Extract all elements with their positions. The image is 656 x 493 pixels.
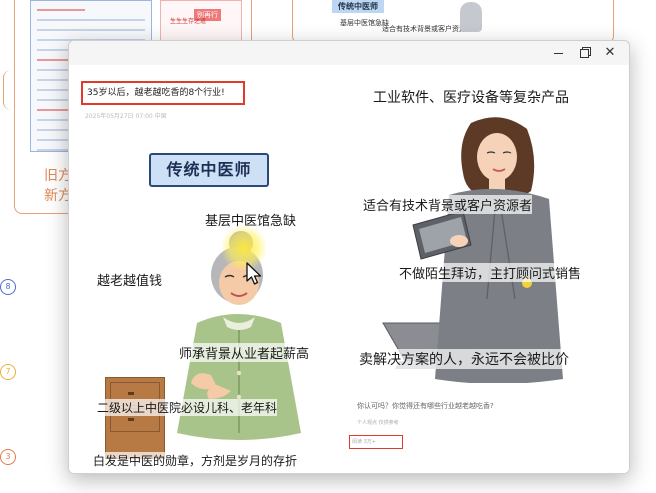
caption-solution: 卖解决方案的人，永远不会被比价 [359, 349, 569, 369]
caption-industry: 工业软件、医疗设备等复杂产品 [373, 90, 569, 106]
read-count-highlight: 阅读 3万+ [349, 435, 403, 449]
caption-no-cold-calls: 不做陌生拜访，主打顾问式销售 [399, 263, 582, 282]
wooden-cabinet-illustration [105, 377, 165, 459]
bg-step-number-3: 3 [0, 449, 16, 465]
left-image-panel: 35岁以后，越老越吃香的8个行业! 2025年05月27日 07:00 中国 传… [69, 65, 349, 473]
mouse-pointer-icon [246, 262, 262, 285]
title-bar[interactable]: ✕ [69, 41, 629, 65]
close-button[interactable]: ✕ [599, 43, 621, 63]
minimize-icon [553, 53, 563, 54]
right-image-panel: 工业软件、医疗设备等复杂产品 适合有技术背景或客户资源者 不做陌生拜访，主打顾问… [349, 65, 629, 473]
businesswoman-illustration [412, 117, 563, 383]
bg-figure-icon [460, 2, 482, 32]
article-header-highlight: 35岁以后，越老越吃香的8个行业! [81, 81, 245, 105]
bg-right-banner: 传统中医师 [332, 0, 384, 13]
bg-thumbnail-red-text: 生生生存之道 [170, 18, 207, 25]
cabinet-knob [128, 418, 134, 421]
maximize-icon [579, 49, 589, 58]
minimize-button[interactable] [547, 43, 569, 63]
image-content: 35岁以后，越老越吃香的8个行业! 2025年05月27日 07:00 中国 传… [69, 65, 629, 473]
close-icon: ✕ [604, 45, 616, 60]
caption-value: 越老越值钱 [97, 274, 163, 289]
article-sub-stats: 个人观点 仅供参考 [357, 420, 399, 426]
article-question: 你认可吗？你觉得还有哪些行业越老越吃香? [357, 402, 494, 410]
caption-mentor: 师承背景从业者起薪高 [179, 343, 310, 362]
caption-tech-background: 适合有技术背景或客户资源者 [363, 195, 533, 214]
maximize-button[interactable] [573, 43, 595, 63]
article-date: 2025年05月27日 07:00 中国 [85, 113, 167, 120]
tcm-title-badge: 传统中医师 [149, 153, 269, 187]
bg-step-number-8: 8 [0, 279, 16, 295]
image-viewer-window: ✕ 35岁以后，越老越吃香的8个行业! 2025年05月27日 07:00 中国… [68, 40, 630, 474]
bg-brace [3, 70, 14, 110]
caption-shortage: 基层中医馆急缺 [205, 214, 297, 229]
caption-white-hair: 白发是中医的勋章，方剂是岁月的存折 [93, 452, 298, 469]
bg-step-number-7: 7 [0, 364, 16, 380]
caption-hospital: 二级以上中医院必设儿科、老年科 [97, 399, 278, 416]
cabinet-knob [128, 392, 134, 395]
